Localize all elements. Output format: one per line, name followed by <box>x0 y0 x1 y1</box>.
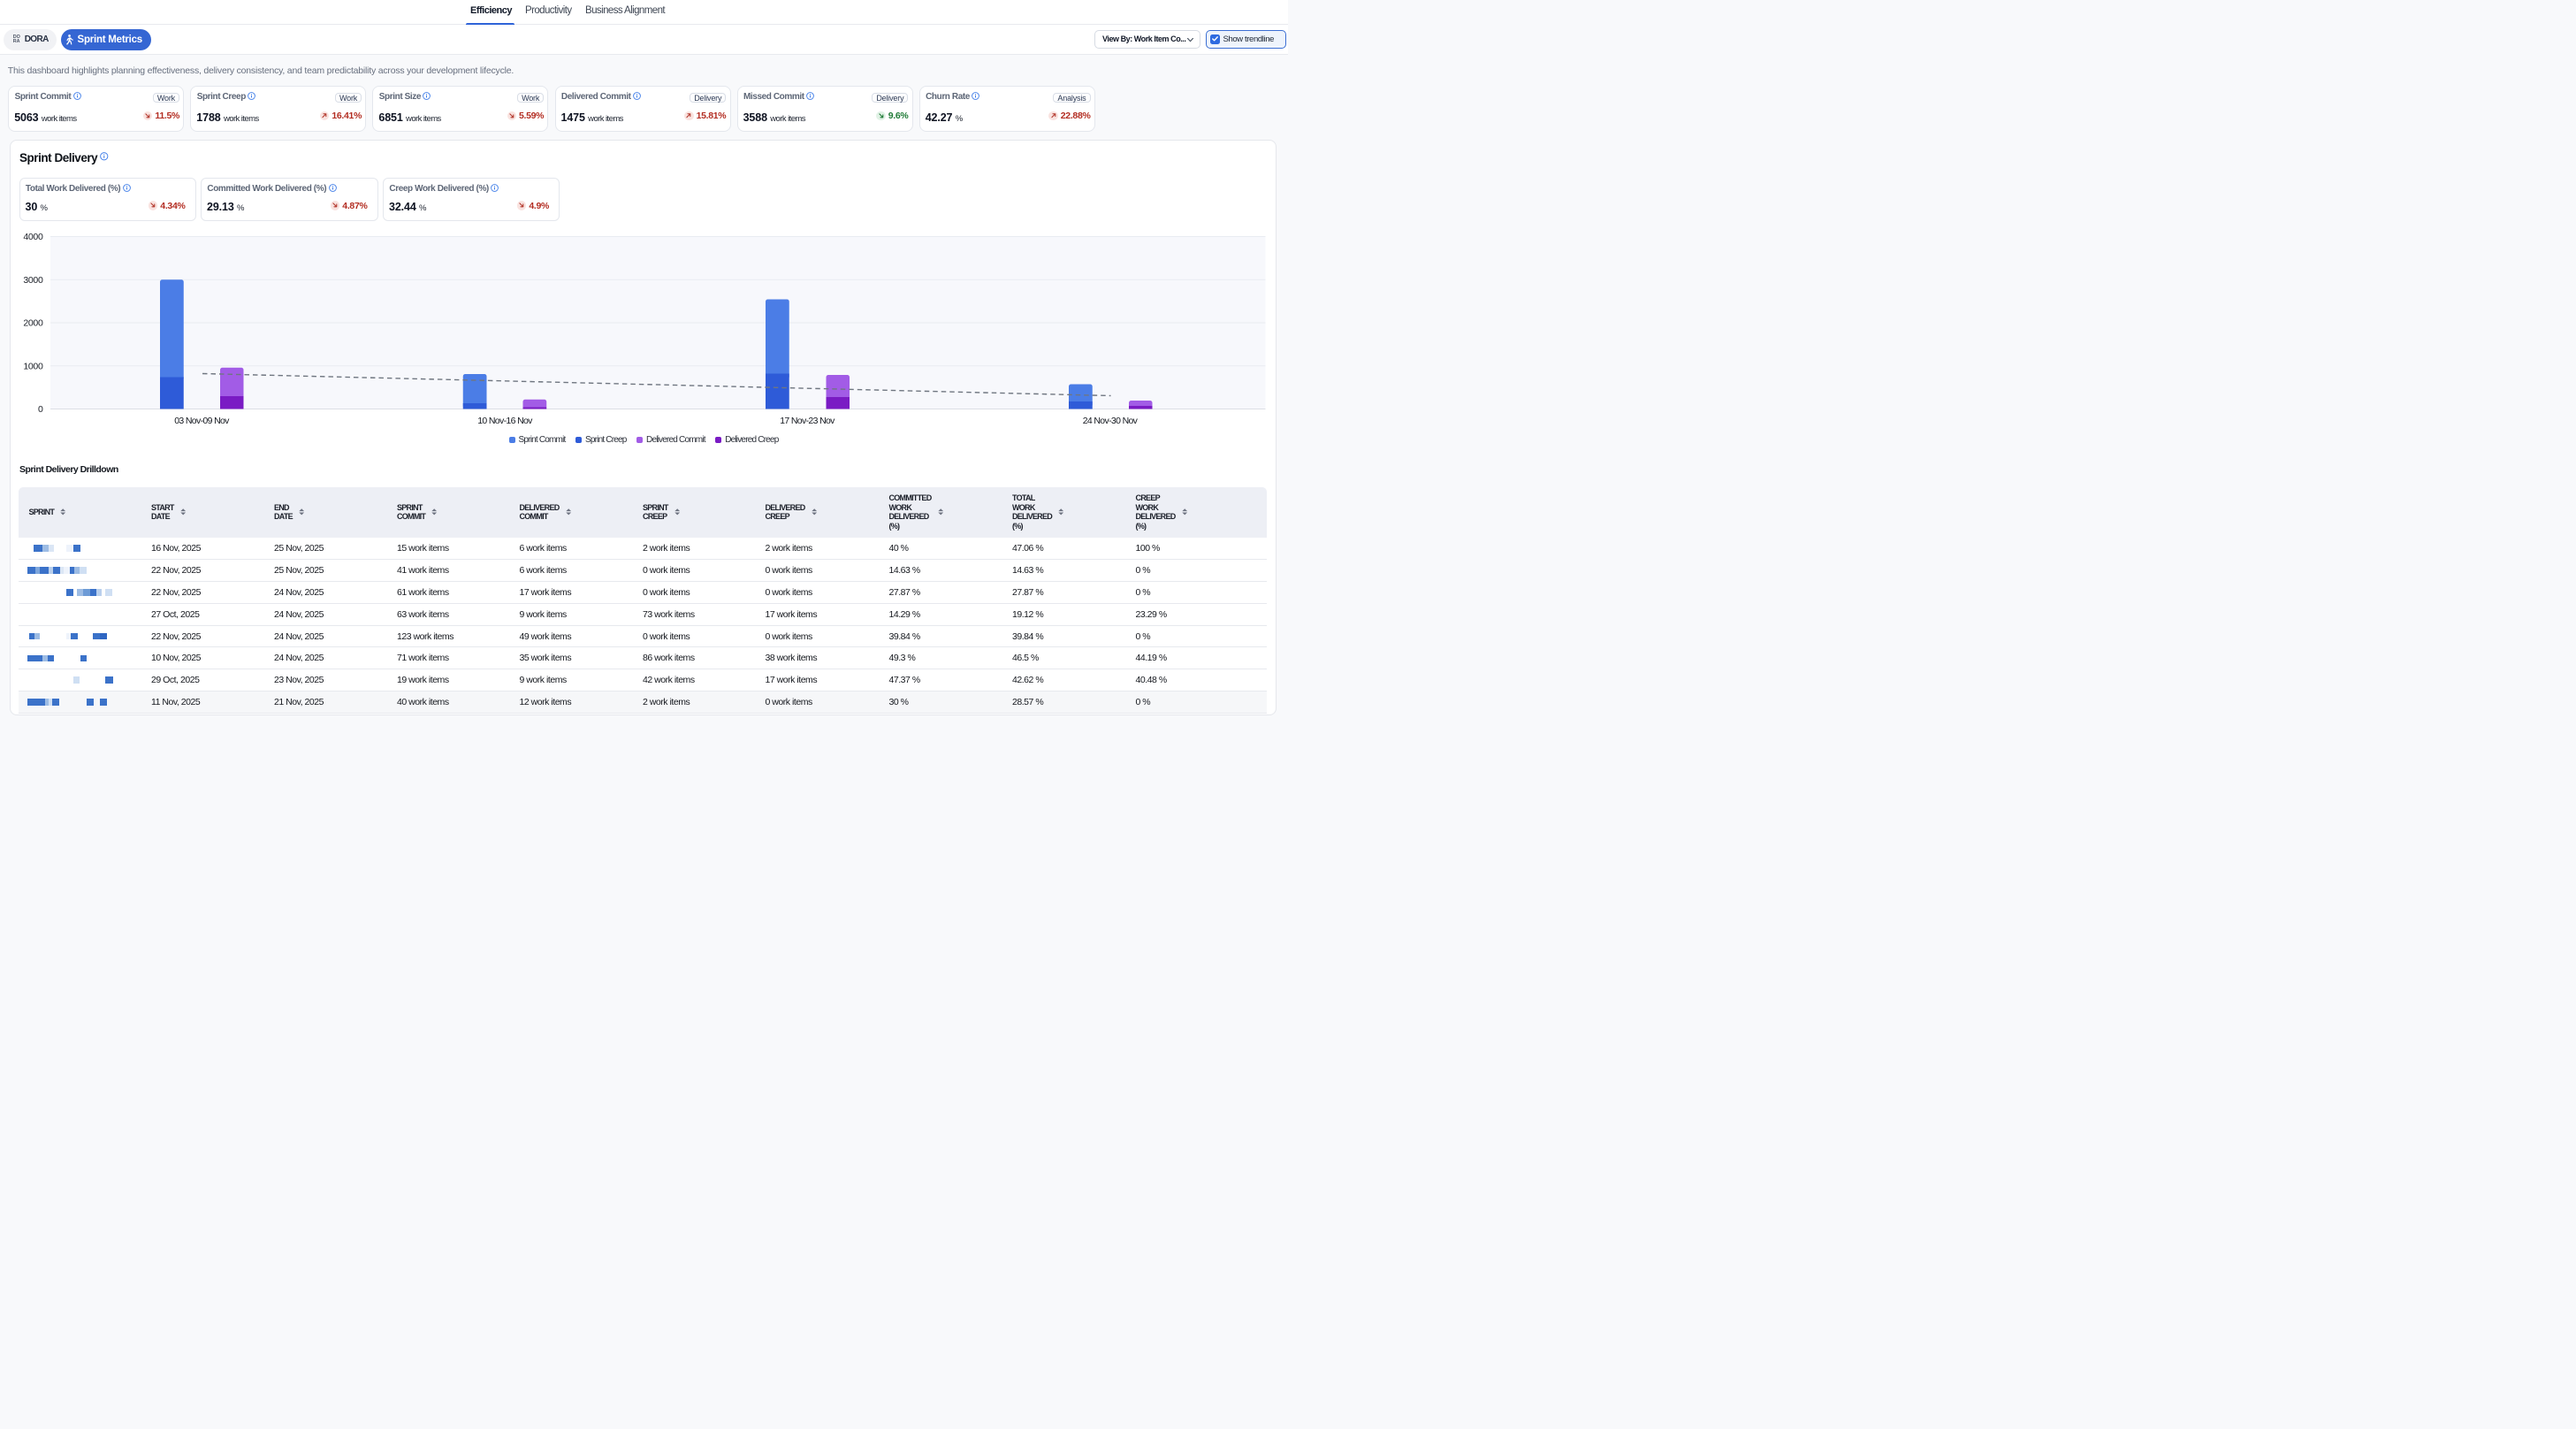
svg-text:17 Nov-23 Nov: 17 Nov-23 Nov <box>780 416 835 426</box>
svg-text:1000: 1000 <box>23 361 43 371</box>
svg-text:24 Nov-30 Nov: 24 Nov-30 Nov <box>1082 416 1138 426</box>
svg-text:03 Nov-09 Nov: 03 Nov-09 Nov <box>174 416 230 426</box>
svg-text:2000: 2000 <box>23 318 43 329</box>
svg-text:10 Nov-16 Nov: 10 Nov-16 Nov <box>477 416 533 426</box>
svg-text:3000: 3000 <box>23 275 43 286</box>
svg-text:0: 0 <box>37 404 42 415</box>
svg-text:4000: 4000 <box>23 232 43 242</box>
